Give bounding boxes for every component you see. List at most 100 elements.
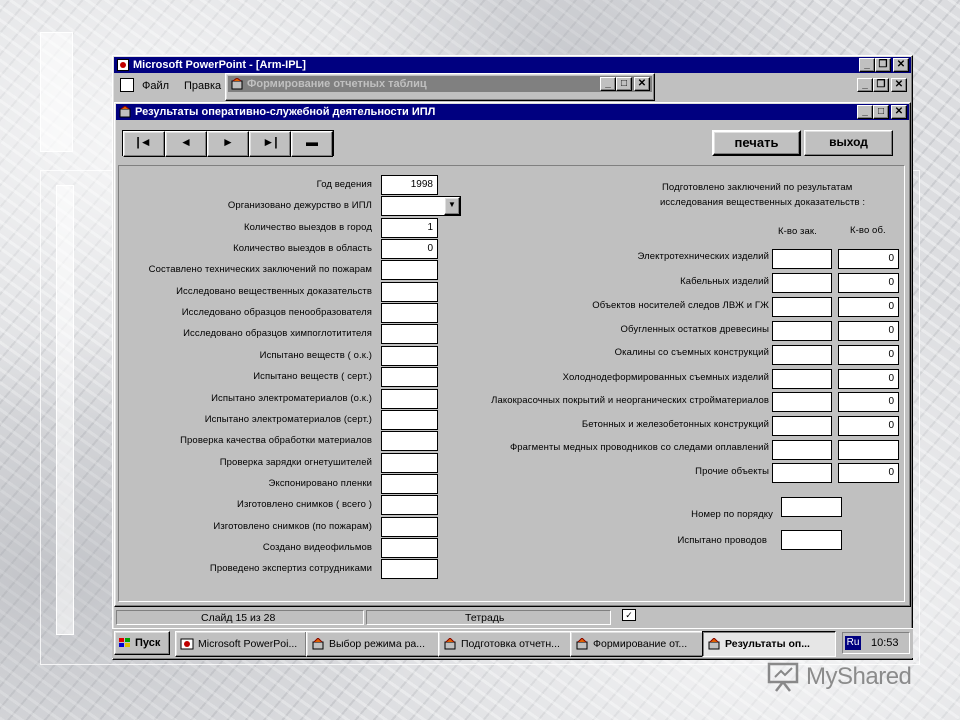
- left-form-field[interactable]: 1: [381, 218, 438, 238]
- left-form-value: 0: [427, 243, 433, 254]
- task-powerpoint[interactable]: Microsoft PowerPoi...: [175, 631, 307, 657]
- status-design-panel: Тетрадь: [366, 610, 611, 625]
- task-mode-select[interactable]: Выбор режима ра...: [306, 631, 440, 657]
- left-form-label: Проведено экспертиз сотрудниками: [209, 563, 372, 574]
- zak-count-field[interactable]: [772, 273, 832, 293]
- left-form-label: Изготовлено снимков (по пожарам): [213, 521, 372, 532]
- left-form-field[interactable]: [381, 367, 438, 387]
- left-form-field[interactable]: [381, 324, 438, 344]
- menu-edit[interactable]: Правка: [184, 80, 221, 92]
- task-results[interactable]: Результаты оп...: [702, 631, 836, 657]
- results-title: Результаты оперативно-служебной деятельн…: [135, 106, 436, 118]
- print-button[interactable]: печать: [712, 130, 801, 156]
- right-form-label: Холоднодеформированных съемных изделий: [562, 372, 769, 383]
- task-results-label: Результаты оп...: [725, 638, 810, 650]
- minimize-button[interactable]: _: [859, 58, 875, 72]
- left-form-combo[interactable]: ▼: [381, 196, 461, 216]
- left-form-field[interactable]: [381, 303, 438, 323]
- forming-close-button[interactable]: ✕: [634, 77, 650, 91]
- ob-count-field[interactable]: 0: [838, 297, 899, 317]
- task-forming[interactable]: Формирование от...: [570, 631, 704, 657]
- right-form-label: Бетонных и железобетонных конструкций: [581, 419, 769, 430]
- prev-record-button[interactable]: ◄: [165, 131, 207, 157]
- left-form-field[interactable]: [381, 346, 438, 366]
- zak-count-field[interactable]: [772, 345, 832, 365]
- left-form-label: Испытано веществ ( серт.): [253, 371, 372, 382]
- last-record-button[interactable]: ►|: [249, 131, 291, 157]
- left-form-field[interactable]: [381, 453, 438, 473]
- left-form-field[interactable]: [381, 559, 438, 579]
- right-form-label: Лакокрасочных покрытий и неорганических …: [491, 395, 769, 406]
- ob-count-value: 0: [888, 277, 894, 288]
- doc-close-button[interactable]: ✕: [891, 78, 907, 92]
- close-button[interactable]: ✕: [893, 58, 909, 72]
- left-form-field[interactable]: [381, 517, 438, 537]
- wires-tested-field[interactable]: [781, 530, 842, 550]
- left-form-field[interactable]: [381, 389, 438, 409]
- left-form-field[interactable]: [381, 495, 438, 515]
- ob-count-field[interactable]: 0: [838, 369, 899, 389]
- ob-count-field[interactable]: 0: [838, 249, 899, 269]
- ob-count-field[interactable]: 0: [838, 321, 899, 341]
- results-minimize-button[interactable]: _: [857, 105, 873, 119]
- order-number-field[interactable]: [781, 497, 842, 517]
- left-form-field[interactable]: [381, 431, 438, 451]
- ob-count-field[interactable]: 0: [838, 273, 899, 293]
- left-form-field[interactable]: [381, 282, 438, 302]
- clock: 10:53: [871, 637, 899, 649]
- left-form-label: Испытано веществ ( о.к.): [259, 350, 372, 361]
- left-form-field[interactable]: [381, 260, 438, 280]
- menu-file[interactable]: Файл: [142, 80, 169, 92]
- forming-maximize-button[interactable]: □: [616, 77, 632, 91]
- zak-count-field[interactable]: [772, 463, 832, 483]
- ob-count-value: 0: [888, 396, 894, 407]
- dropdown-arrow-icon[interactable]: ▼: [444, 197, 460, 215]
- ob-count-field[interactable]: 0: [838, 345, 899, 365]
- zak-count-field[interactable]: [772, 321, 832, 341]
- watermark: MyShared: [766, 660, 912, 694]
- left-form-field[interactable]: [381, 410, 438, 430]
- zak-count-field[interactable]: [772, 297, 832, 317]
- zak-count-field[interactable]: [772, 416, 832, 436]
- zak-count-field[interactable]: [772, 392, 832, 412]
- zak-count-field[interactable]: [772, 249, 832, 269]
- powerpoint-icon: [117, 59, 129, 71]
- forming-titlebar: Формирование отчетных таблиц _ □ ✕: [228, 76, 652, 92]
- left-form-field[interactable]: [381, 474, 438, 494]
- ob-count-field[interactable]: [838, 440, 899, 460]
- results-close-button[interactable]: ✕: [891, 105, 907, 119]
- system-tray: Ru 10:53: [842, 632, 910, 654]
- results-maximize-button[interactable]: □: [873, 105, 889, 119]
- ob-count-field[interactable]: 0: [838, 392, 899, 412]
- delete-record-button[interactable]: ▬: [291, 131, 333, 157]
- exit-button[interactable]: выход: [804, 130, 893, 156]
- forming-title: Формирование отчетных таблиц: [247, 78, 427, 90]
- start-button[interactable]: Пуск: [114, 631, 170, 655]
- left-form-label: Испытано электроматериалов (серт.): [204, 414, 372, 425]
- forming-minimize-button[interactable]: _: [600, 77, 616, 91]
- ob-count-value: 0: [888, 420, 894, 431]
- results-heading-line2: исследования вещественных доказательств …: [660, 197, 866, 208]
- right-form-label: Фрагменты медных проводников со следами …: [509, 442, 769, 453]
- task-prepare[interactable]: Подготовка отчетн...: [438, 631, 572, 657]
- task-mode-select-label: Выбор режима ра...: [329, 638, 426, 650]
- zak-count-field[interactable]: [772, 440, 832, 460]
- wires-tested-label: Испытано проводов: [677, 535, 767, 546]
- doc-restore-button[interactable]: ❐: [873, 78, 889, 92]
- doc-minimize-button[interactable]: _: [857, 78, 873, 92]
- ob-count-field[interactable]: 0: [838, 416, 899, 436]
- language-indicator[interactable]: Ru: [845, 636, 861, 650]
- access-form-icon: [576, 638, 588, 650]
- restore-button[interactable]: ❐: [875, 58, 891, 72]
- zak-count-field[interactable]: [772, 369, 832, 389]
- first-record-button[interactable]: |◄: [123, 131, 165, 157]
- ob-count-field[interactable]: 0: [838, 463, 899, 483]
- task-forming-label: Формирование от...: [593, 638, 688, 650]
- ob-count-value: 0: [888, 253, 894, 264]
- left-form-field[interactable]: [381, 538, 438, 558]
- doc-icon: [120, 78, 134, 92]
- left-form-field[interactable]: 1998: [381, 175, 438, 195]
- next-record-button[interactable]: ►: [207, 131, 249, 157]
- powerpoint-title: Microsoft PowerPoint - [Arm-IPL]: [133, 59, 306, 71]
- left-form-field[interactable]: 0: [381, 239, 438, 259]
